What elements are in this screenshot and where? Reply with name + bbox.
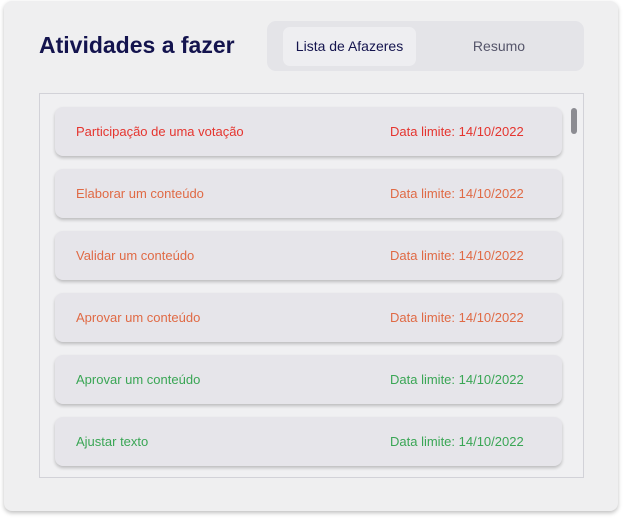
task-list: Participação de uma votação Data limite:… <box>39 93 584 478</box>
task-deadline: Data limite: 14/10/2022 <box>390 186 524 201</box>
view-tabs: Lista de Afazeres Resumo <box>267 21 584 71</box>
task-deadline: Data limite: 14/10/2022 <box>390 372 524 387</box>
task-deadline: Data limite: 14/10/2022 <box>390 310 524 325</box>
task-row[interactable]: Participação de uma votação Data limite:… <box>55 107 562 156</box>
page-title: Atividades a fazer <box>39 32 235 58</box>
scrollbar-thumb[interactable] <box>571 108 577 134</box>
task-row[interactable]: Elaborar um conteúdo Data limite: 14/10/… <box>55 169 562 218</box>
tab-resumo[interactable]: Resumo <box>424 27 574 66</box>
task-list-items: Participação de uma votação Data limite:… <box>55 107 562 477</box>
tab-lista-de-afazeres[interactable]: Lista de Afazeres <box>283 27 416 66</box>
task-name: Ajustar texto <box>76 434 149 449</box>
task-deadline: Data limite: 14/10/2022 <box>390 434 524 449</box>
task-name: Aprovar um conteúdo <box>76 372 201 387</box>
task-name: Aprovar um conteúdo <box>76 310 201 325</box>
task-deadline: Data limite: 14/10/2022 <box>390 124 524 139</box>
task-row[interactable]: Aprovar um conteúdo Data limite: 14/10/2… <box>55 355 562 404</box>
task-row[interactable]: Aprovar um conteúdo Data limite: 14/10/2… <box>55 293 562 342</box>
task-name: Participação de uma votação <box>76 124 244 139</box>
task-row[interactable]: Ajustar texto Data limite: 14/10/2022 <box>55 417 562 466</box>
activities-card: Atividades a fazer Lista de Afazeres Res… <box>4 1 618 511</box>
task-deadline: Data limite: 14/10/2022 <box>390 248 524 263</box>
task-name: Validar um conteúdo <box>76 248 195 263</box>
task-row[interactable]: Validar um conteúdo Data limite: 14/10/2… <box>55 231 562 280</box>
task-name: Elaborar um conteúdo <box>76 186 204 201</box>
